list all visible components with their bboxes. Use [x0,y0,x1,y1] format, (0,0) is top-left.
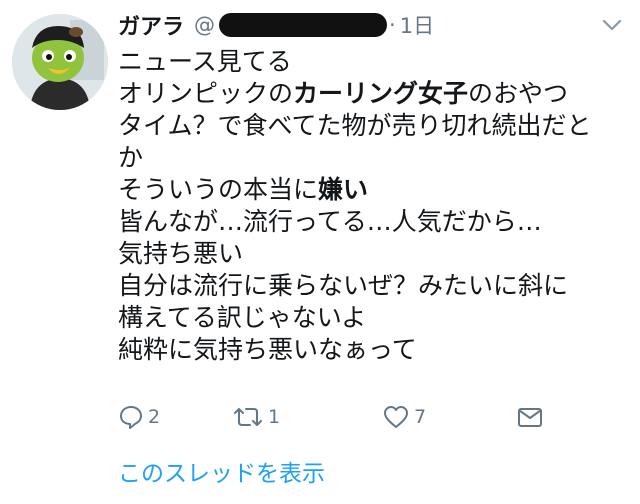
tweet-line: そういうの本当に嫌い [118,174,618,206]
tweet-text-bold: 嫌い [318,175,369,204]
tweet-line: タイム？で食べてた物が売り切れ続出だと [118,111,592,140]
tweet-line: 純粋に気持ち悪いなぁって [118,335,417,364]
handle-at: @ [194,13,216,37]
chevron-down-icon[interactable] [602,18,622,32]
retweet-icon [234,408,262,426]
like-icon [384,406,408,428]
tweet-line: 自分は流行に乗らないぜ？みたいに斜に [118,271,569,300]
tweet-line: 皆んなが…流行ってる…人気だから… [118,207,542,236]
dm-button[interactable] [516,404,544,430]
display-name[interactable]: ガアラ [118,9,184,41]
avatar-image [12,14,108,110]
tweet-text-bold: カーリング女子 [293,79,469,108]
tweet-line: オリンピックのカーリング女子のおやつ [118,78,618,110]
tweet-header: ガアラ @ · 1日 [118,8,434,42]
tweet-line: 気持ち悪い [118,239,244,268]
reply-icon [120,406,142,429]
dm-icon [518,408,542,427]
avatar[interactable] [12,14,108,110]
tweet-text-segment: そういうの本当に [118,175,319,204]
retweet-count: 1 [268,406,281,428]
separator-dot: · [389,13,396,37]
tweet-text-segment: オリンピックの [118,79,294,108]
tweet-text: ニュース見てる オリンピックのカーリング女子のおやつ タイム？で食べてた物が売り… [118,46,618,366]
like-button[interactable]: 7 [382,404,426,430]
tweet-text-segment: のおやつ [468,79,569,108]
timestamp[interactable]: 1日 [400,10,434,40]
handle[interactable]: @ · 1日 [194,10,434,40]
tweet-line: ニュース見てる [118,47,292,76]
retweet-button[interactable]: 1 [232,404,280,430]
redacted-handle [219,13,388,37]
tweet-line: 構えてる訳じゃないよ [118,303,367,332]
like-count: 7 [414,406,427,428]
reply-button[interactable]: 2 [118,404,160,430]
tweet-actions: 2 1 7 [118,404,558,436]
show-thread-link[interactable]: このスレッドを表示 [118,454,325,488]
reply-count: 2 [148,406,161,428]
tweet-line: か [118,143,144,172]
tweet: ガアラ @ · 1日 ニュース見てる オリンピックのカーリング女子のおやつ タイ… [0,0,640,504]
